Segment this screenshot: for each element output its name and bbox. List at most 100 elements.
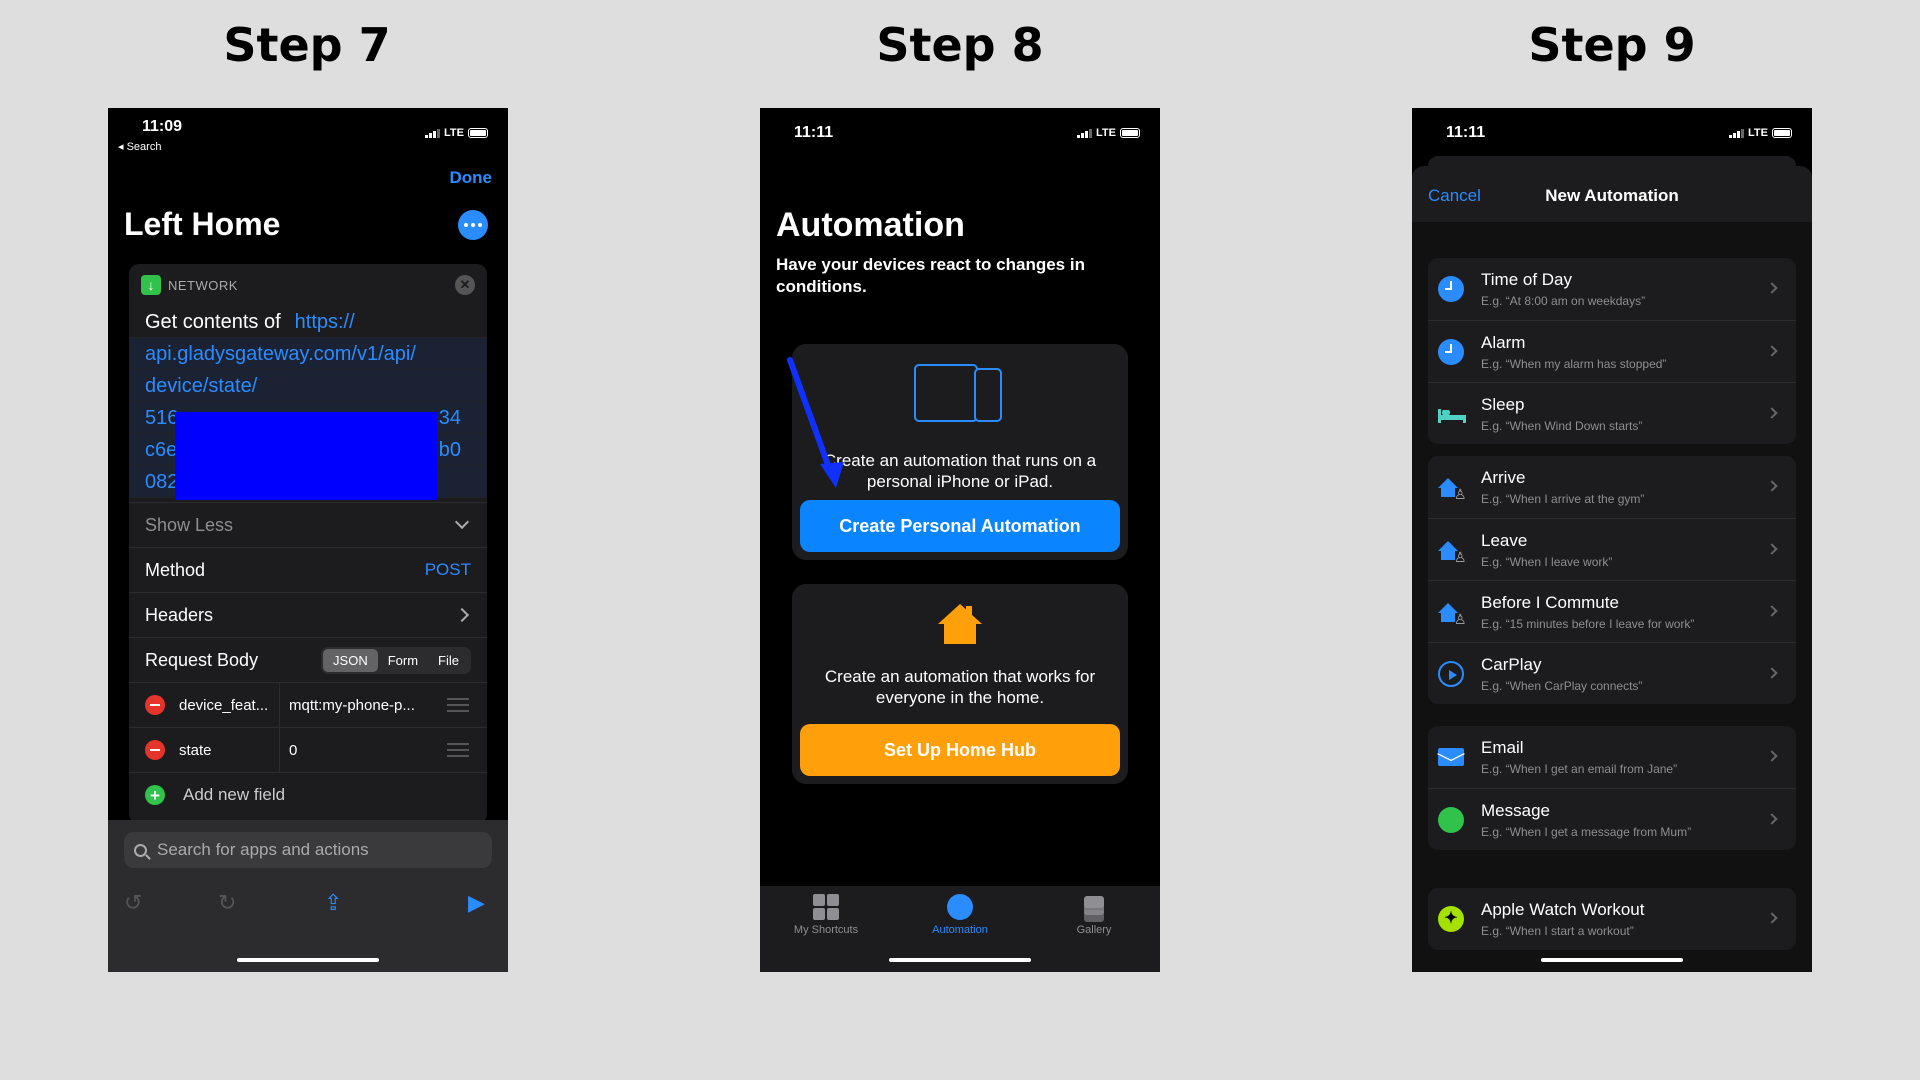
close-icon[interactable]: ✕: [455, 275, 475, 295]
trigger-example: E.g. “15 minutes before I leave for work…: [1481, 617, 1695, 631]
automation-icon: [947, 894, 973, 920]
home-automation-card: Create an automation that works for ever…: [792, 584, 1128, 784]
home-indicator: [1541, 958, 1683, 962]
chevron-right-icon: [1766, 282, 1778, 294]
trigger-sleep[interactable]: Sleep E.g. “When Wind Down starts”: [1428, 382, 1796, 444]
battery-icon: [1120, 128, 1140, 138]
chevron-right-icon: [1766, 543, 1778, 555]
field-key[interactable]: state: [179, 742, 279, 759]
battery-icon: [1772, 128, 1792, 138]
add-field-label: Add new field: [183, 785, 286, 804]
tab-label: Gallery: [1076, 924, 1112, 936]
method-row[interactable]: Method POST: [129, 547, 487, 592]
redo-icon[interactable]: ↻: [218, 890, 236, 916]
trigger-leave[interactable]: ♙ Leave E.g. “When I leave work”: [1428, 518, 1796, 580]
trigger-name: CarPlay: [1481, 655, 1542, 674]
action-search-panel: Search for apps and actions ↺ ↻ ⇪ ▶: [108, 820, 508, 972]
carplay-icon: [1438, 661, 1464, 687]
request-body-row: Request Body JSON Form File: [129, 637, 487, 682]
trigger-message[interactable]: Message E.g. “When I get a message from …: [1428, 788, 1796, 850]
url-line-tail: b0: [438, 439, 461, 461]
trigger-name: Email: [1481, 738, 1524, 757]
status-indicators: LTE: [1729, 127, 1792, 139]
set-up-home-hub-button[interactable]: Set Up Home Hub: [800, 724, 1120, 776]
segment-json[interactable]: JSON: [323, 648, 378, 672]
status-indicators: LTE: [425, 127, 488, 139]
headers-row[interactable]: Headers: [129, 592, 487, 637]
iphone-icon: [974, 368, 1002, 422]
step-9-title: Step 9: [1528, 18, 1696, 72]
create-personal-automation-button[interactable]: Create Personal Automation: [800, 500, 1120, 552]
chevron-right-icon: [1766, 912, 1778, 924]
tab-gallery[interactable]: Gallery: [1044, 894, 1144, 936]
url-line: device/state/: [129, 370, 487, 402]
more-options-icon[interactable]: [458, 210, 488, 240]
network-type: LTE: [1096, 127, 1116, 139]
field-value[interactable]: mqtt:my-phone-p...: [289, 697, 429, 714]
back-to-search-link[interactable]: ◂ Search: [118, 140, 161, 153]
trigger-example: E.g. “When my alarm has stopped”: [1481, 357, 1667, 371]
phone-step-9: 11:11 LTE Cancel New Automation Time of …: [1412, 108, 1812, 972]
trigger-time-of-day[interactable]: Time of Day E.g. “At 8:00 am on weekdays…: [1428, 258, 1796, 320]
gallery-icon: [1081, 894, 1107, 922]
status-bar: 11:11 LTE: [1412, 108, 1812, 148]
segment-file[interactable]: File: [428, 649, 469, 672]
tab-my-shortcuts[interactable]: My Shortcuts: [776, 894, 876, 936]
show-less-label: Show Less: [145, 514, 234, 535]
network-type: LTE: [444, 127, 464, 139]
shortcut-title: Left Home: [124, 206, 281, 242]
share-icon[interactable]: ⇪: [324, 890, 342, 916]
battery-icon: [468, 128, 488, 138]
done-button[interactable]: Done: [450, 168, 493, 188]
trigger-name: Apple Watch Workout: [1481, 900, 1645, 919]
signal-icon: [425, 128, 441, 138]
body-type-segmented-control[interactable]: JSON Form File: [321, 646, 471, 674]
editor-toolbar: ↺ ↻ ⇪ ▶: [108, 890, 508, 920]
trigger-email[interactable]: Email E.g. “When I get an email from Jan…: [1428, 726, 1796, 788]
trigger-arrive[interactable]: ♙ Arrive E.g. “When I arrive at the gym”: [1428, 456, 1796, 518]
field-key[interactable]: device_feat...: [179, 697, 279, 714]
trigger-apple-watch-workout[interactable]: ✦ Apple Watch Workout E.g. “When I start…: [1428, 888, 1796, 950]
tab-automation[interactable]: Automation: [910, 894, 1010, 936]
remove-field-icon[interactable]: [145, 740, 165, 760]
trigger-alarm[interactable]: Alarm E.g. “When my alarm has stopped”: [1428, 320, 1796, 382]
run-icon[interactable]: ▶: [468, 890, 485, 916]
grid-icon: [813, 894, 839, 920]
alarm-icon: [1438, 339, 1464, 365]
trigger-group-time: Time of Day E.g. “At 8:00 am on weekdays…: [1428, 258, 1796, 444]
chevron-right-icon: [1766, 605, 1778, 617]
trigger-name: Arrive: [1481, 468, 1526, 487]
trigger-before-i-commute[interactable]: ♙ Before I Commute E.g. “15 minutes befo…: [1428, 580, 1796, 642]
search-icon: [134, 843, 147, 857]
tab-label: Automation: [932, 924, 988, 936]
trigger-example: E.g. “When Wind Down starts”: [1481, 419, 1643, 433]
signal-icon: [1729, 128, 1745, 138]
drag-handle-icon[interactable]: [447, 698, 469, 712]
show-less-row[interactable]: Show Less: [129, 502, 487, 547]
search-input[interactable]: Search for apps and actions: [124, 832, 492, 868]
trigger-carplay[interactable]: CarPlay E.g. “When CarPlay connects”: [1428, 642, 1796, 704]
trigger-example: E.g. “At 8:00 am on weekdays”: [1481, 294, 1646, 308]
arrive-icon: ♙: [1438, 474, 1467, 502]
request-body-label: Request Body: [145, 649, 259, 670]
remove-field-icon[interactable]: [145, 695, 165, 715]
add-field-row[interactable]: + Add new field: [129, 772, 487, 817]
home-indicator: [237, 958, 379, 962]
headers-label: Headers: [145, 604, 214, 625]
leave-icon: ♙: [1438, 537, 1467, 565]
home-automation-text: Create an automation that works for ever…: [824, 667, 1096, 707]
get-contents-action-card: ↓ NETWORK ✕ Get contents of https:// api.…: [129, 264, 487, 824]
segment-form[interactable]: Form: [378, 649, 428, 672]
field-value[interactable]: 0: [289, 742, 429, 759]
signal-icon: [1077, 128, 1093, 138]
trigger-name: Leave: [1481, 531, 1528, 550]
status-indicators: LTE: [1077, 127, 1140, 139]
trigger-example: E.g. “When I start a workout”: [1481, 924, 1634, 938]
drag-handle-icon[interactable]: [447, 743, 469, 757]
commute-icon: ♙: [1438, 599, 1467, 627]
action-category: NETWORK: [168, 277, 238, 293]
new-automation-sheet: Cancel New Automation Time of Day E.g. “…: [1412, 166, 1812, 972]
undo-icon[interactable]: ↺: [124, 890, 142, 916]
trigger-name: Before I Commute: [1481, 593, 1619, 612]
network-type: LTE: [1748, 127, 1768, 139]
